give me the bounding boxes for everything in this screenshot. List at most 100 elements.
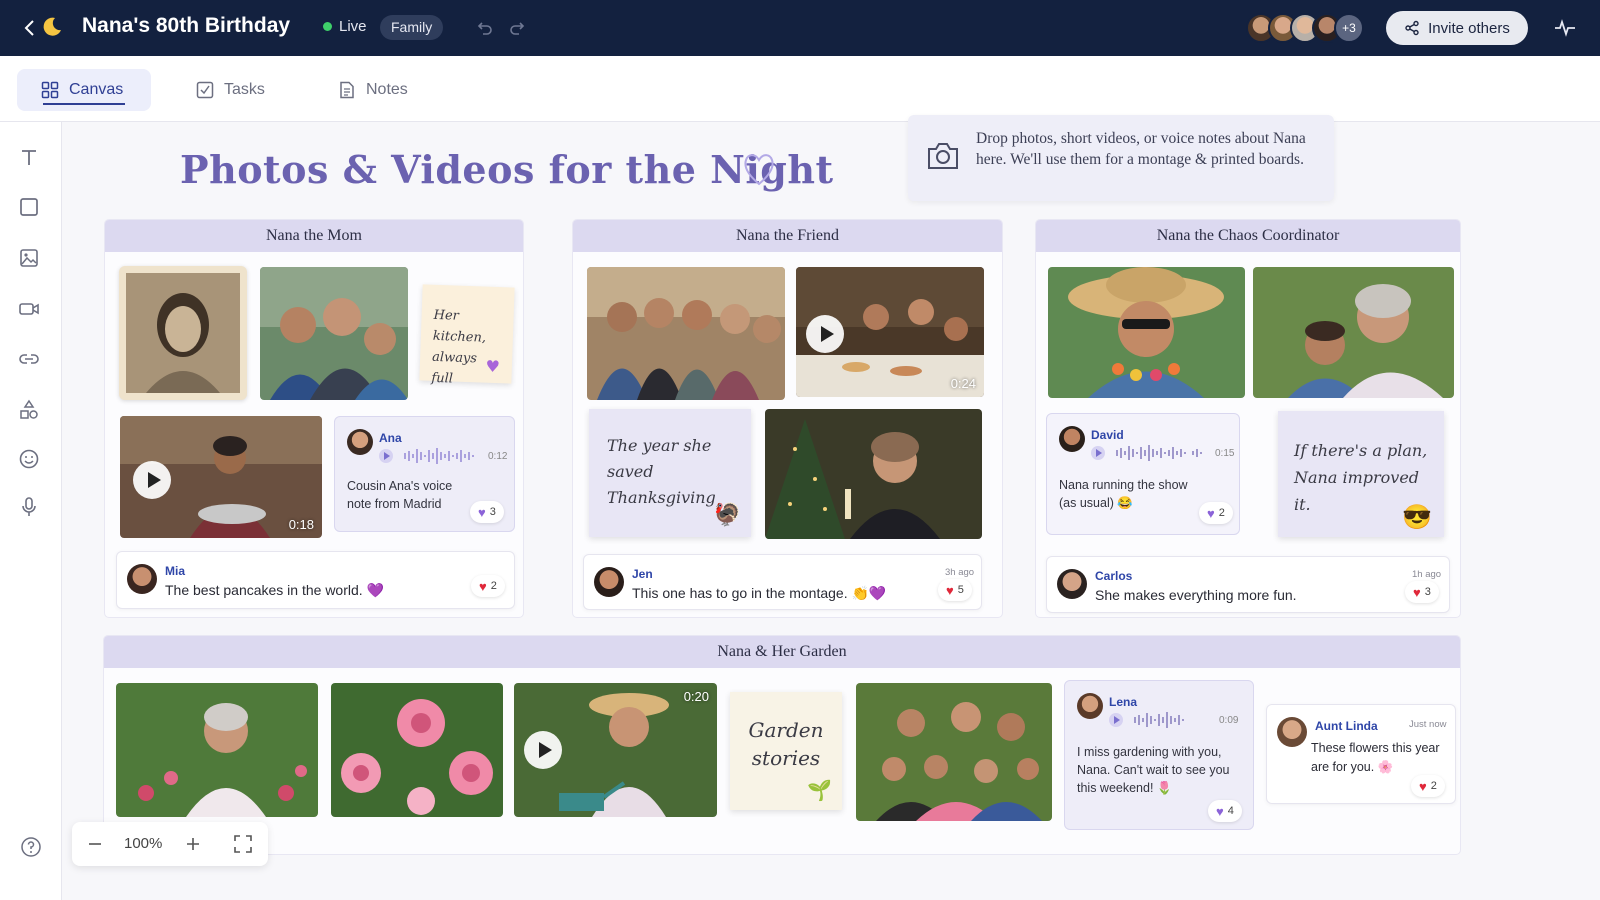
voice-note-card[interactable]: Lena 0:09 I miss gardening with you, Nan…: [1064, 680, 1254, 830]
waveform: [404, 448, 474, 464]
vintage-portrait-photo[interactable]: [119, 266, 247, 400]
help-icon[interactable]: [20, 836, 42, 858]
video-icon: [19, 303, 39, 315]
comment-text: She makes everything more fun.: [1095, 587, 1297, 603]
like-counter[interactable]: ♥ 2: [1411, 775, 1445, 797]
image-tool[interactable]: [18, 247, 44, 273]
section-nana-the-friend[interactable]: Nana the Friend 0:24 The year she saved …: [572, 219, 1003, 618]
play-button[interactable]: [524, 731, 562, 769]
emoji-icon: [19, 449, 39, 469]
like-counter[interactable]: ♥ 4: [1208, 800, 1242, 822]
tab-notes[interactable]: Notes: [314, 69, 432, 111]
christmas-toast-photo[interactable]: [765, 409, 982, 539]
comment-card[interactable]: Mia The best pancakes in the world. 💜 ♥ 2: [116, 551, 515, 609]
comment-time: Just now: [1409, 719, 1447, 730]
watering-video[interactable]: 0:20: [514, 683, 717, 817]
invite-button[interactable]: Invite others: [1386, 11, 1528, 45]
play-button[interactable]: [806, 315, 844, 353]
invite-label: Invite others: [1428, 19, 1510, 37]
rectangle-icon: [20, 198, 38, 216]
voice-play-button[interactable]: [379, 449, 393, 463]
family-badge[interactable]: Family: [380, 15, 444, 40]
family-garden-photo[interactable]: [856, 683, 1052, 821]
avatar: [1059, 426, 1085, 452]
tab-canvas[interactable]: Canvas: [17, 69, 151, 111]
play-button[interactable]: [133, 461, 171, 499]
video-tool[interactable]: [18, 298, 44, 324]
tab-bar: Canvas Tasks Notes: [0, 56, 1600, 122]
sticky-note[interactable]: The year she saved Thanksgiving 🦃: [589, 409, 751, 537]
like-counter[interactable]: ♥ 5: [938, 579, 972, 601]
like-counter[interactable]: ♥ 3: [470, 501, 504, 523]
flowers-photo[interactable]: [331, 683, 503, 817]
fullscreen-icon[interactable]: [232, 833, 254, 855]
sticky-note[interactable]: If there's a plan, Nana improved it. 😎: [1278, 411, 1444, 537]
board-heading[interactable]: Photos & Videos for the Night: [180, 147, 834, 192]
voice-author: Ana: [379, 431, 402, 445]
activity-icon[interactable]: [1553, 16, 1577, 40]
tab-tasks-label: Tasks: [224, 81, 265, 98]
comment-time: 3h ago: [945, 567, 975, 578]
like-counter[interactable]: ♥ 2: [1199, 502, 1233, 524]
heart-icon: ♥: [1207, 505, 1215, 521]
dinner-video[interactable]: 0:24: [796, 267, 984, 397]
sunhat-laugh-photo[interactable]: [1048, 267, 1245, 398]
sticky-note[interactable]: Her kitchen, always full ♥: [419, 284, 515, 387]
like-count: 3: [1424, 586, 1431, 598]
comment-card[interactable]: Carlos 1h ago She makes everything more …: [1046, 556, 1450, 613]
shapes-tool[interactable]: [18, 399, 44, 425]
comment-author: Jen: [632, 567, 653, 581]
top-bar: Nana's 80th Birthday Live Family +3 Invi…: [0, 0, 1600, 56]
comment-text: The best pancakes in the world. 💜: [165, 582, 384, 598]
board-title[interactable]: Nana's 80th Birthday: [82, 14, 290, 38]
voice-play-button[interactable]: [1091, 446, 1105, 460]
like-count: 2: [490, 580, 497, 592]
microphone-tool[interactable]: [18, 496, 44, 522]
section-title: Nana & Her Garden: [104, 636, 1460, 668]
zoom-out-icon[interactable]: [84, 833, 106, 855]
family-photo[interactable]: [260, 267, 408, 400]
canvas-area[interactable]: Photos & Videos for the Night Drop photo…: [62, 115, 1600, 900]
comment-card[interactable]: Aunt Linda Just now These flowers this y…: [1266, 704, 1456, 804]
section-nana-the-chaos-coordinator[interactable]: Nana the Chaos Coordinator David 0:15 Na…: [1035, 219, 1461, 618]
section-title: Nana the Mom: [105, 220, 523, 252]
garden-portrait-photo[interactable]: [116, 683, 318, 817]
more-avatars-count[interactable]: +3: [1334, 13, 1364, 43]
text-icon: [22, 150, 36, 165]
voice-note-card[interactable]: Ana 0:12 Cousin Ana's voice note from Ma…: [334, 416, 515, 532]
like-counter[interactable]: ♥ 2: [471, 575, 505, 597]
comment-card[interactable]: Jen 3h ago This one has to go in the mon…: [583, 554, 982, 610]
zoom-in-icon[interactable]: [182, 833, 204, 855]
heart-icon: ♥: [478, 504, 486, 520]
redo-icon[interactable]: [508, 18, 528, 38]
cooking-video[interactable]: 0:18: [120, 416, 322, 538]
link-tool[interactable]: [18, 348, 44, 374]
zoom-level[interactable]: 100%: [124, 835, 162, 852]
tab-tasks[interactable]: Tasks: [172, 69, 289, 111]
waveform: [1134, 712, 1184, 728]
like-counter[interactable]: ♥ 3: [1405, 581, 1439, 603]
info-card[interactable]: Drop photos, short videos, or voice note…: [908, 115, 1334, 201]
collaborator-avatars[interactable]: +3: [1246, 13, 1364, 43]
sticky-note[interactable]: Garden stories 🌱: [730, 692, 842, 810]
section-nana-and-her-garden[interactable]: Nana & Her Garden 0:20 Garden stories 🌱 …: [103, 635, 1461, 855]
section-nana-the-mom[interactable]: Nana the Mom Her kitchen, always full ♥ …: [104, 219, 524, 618]
voice-duration: 0:09: [1219, 715, 1239, 726]
friends-group-photo[interactable]: [587, 267, 785, 400]
sticky-note-text: The year she saved Thanksgiving: [607, 436, 716, 507]
voice-play-button[interactable]: [1109, 713, 1123, 727]
voice-author: Lena: [1109, 695, 1138, 709]
voice-note-card[interactable]: David 0:15 Nana running the show (as usu…: [1046, 413, 1240, 535]
back-arrow-icon[interactable]: [20, 18, 40, 38]
grandson-hug-photo[interactable]: [1253, 267, 1454, 398]
rectangle-tool[interactable]: [18, 196, 44, 222]
voice-author: David: [1091, 428, 1124, 442]
avatar: [1057, 569, 1087, 599]
emoji-tool[interactable]: [18, 448, 44, 474]
zoom-controls: 100%: [72, 822, 268, 866]
voice-duration: 0:15: [1215, 448, 1235, 459]
text-tool[interactable]: [18, 146, 44, 172]
undo-icon[interactable]: [474, 18, 494, 38]
heart-icon: ♥: [479, 578, 487, 594]
link-icon: [19, 354, 39, 364]
